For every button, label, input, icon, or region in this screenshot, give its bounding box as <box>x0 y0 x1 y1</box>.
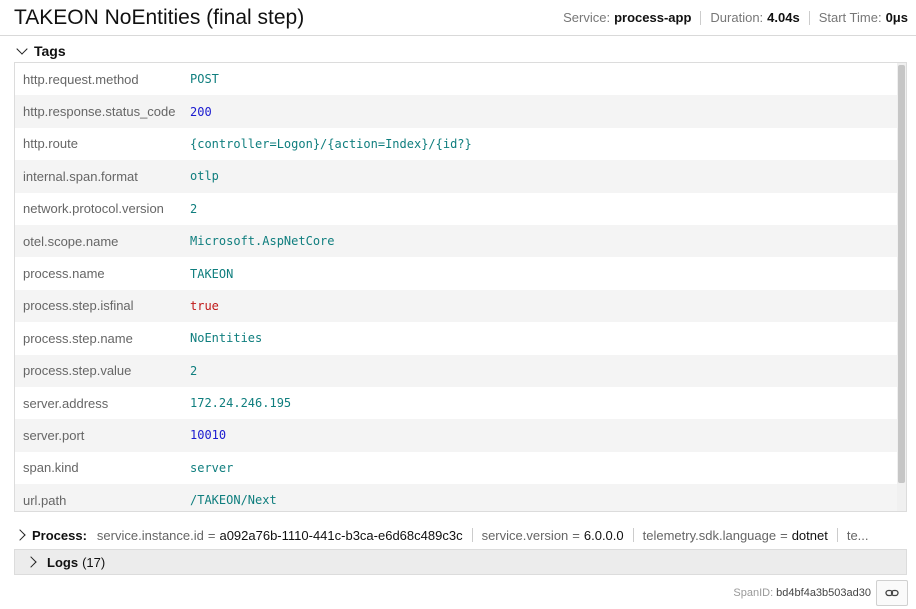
process-item: telemetry.sdk.language = dotnet <box>642 527 828 543</box>
process-divider <box>836 528 838 542</box>
tags-label: Tags <box>34 43 66 59</box>
tag-value: true <box>190 298 219 313</box>
logs-toggle[interactable]: Logs (17) <box>14 549 907 575</box>
logs-count: (17) <box>82 554 106 570</box>
tag-row[interactable]: http.route {controller=Logon}/{action=Ind… <box>15 128 899 160</box>
tag-value: 172.24.246.195 <box>190 396 292 411</box>
tag-row[interactable]: otel.scope.name Microsoft.AspNetCore <box>15 224 899 258</box>
tag-row[interactable]: internal.span.format otlp <box>15 160 899 193</box>
process-value: a092a76b-1110-441c-b3ca-e6d68c489c3c <box>219 527 463 543</box>
tag-row[interactable]: http.response.status_code 200 <box>15 95 899 128</box>
tag-row[interactable]: process.step.name NoEntities <box>15 322 899 354</box>
duration-label: Duration: <box>710 10 764 25</box>
tag-key: span.kind <box>23 460 79 476</box>
tag-key: server.address <box>23 395 109 411</box>
tag-value: /TAKEON/Next <box>190 493 277 508</box>
start-time-value: 0μs <box>885 10 908 25</box>
tags-table-container[interactable]: http.request.method POST http.response.sta… <box>14 62 907 512</box>
tag-key: http.request.method <box>23 71 139 87</box>
span-footer: SpanID: bd4bf4a3b503ad30 <box>733 580 908 606</box>
tag-row[interactable]: url.path/TAKEON/Next <box>15 484 899 511</box>
tag-key: url.path <box>23 492 67 508</box>
span-id-value: bd4bf4a3b503ad30 <box>776 587 871 599</box>
process-item: service.instance.id = a092a76b-1110-441c-b… <box>96 527 463 543</box>
process-section[interactable]: Process: service.instance.id = a092a76b-11… <box>14 520 907 550</box>
tag-value: TAKEON <box>190 266 234 281</box>
meta-divider <box>808 10 810 25</box>
span-header: TAKEON NoEntities (final step) Service: … <box>0 0 916 36</box>
duration-meta: Duration: 4.04s <box>710 10 799 25</box>
tag-key: otel.scope.name <box>23 233 119 249</box>
tags-scrollbar[interactable] <box>897 63 906 511</box>
tag-key: process.step.isfinal <box>23 298 134 314</box>
tag-value: server <box>190 460 234 475</box>
copy-link-button[interactable] <box>876 580 908 606</box>
service-value: process-app <box>614 10 692 25</box>
tag-key: network.protocol.version <box>23 201 164 217</box>
process-divider <box>471 528 473 542</box>
process-item: service.version = 6.0.0.0 <box>481 527 624 543</box>
tag-row[interactable]: process.step.isfinal true <box>15 289 899 323</box>
tag-value: 200 <box>190 104 212 119</box>
tag-row[interactable]: process.name TAKEON <box>15 257 899 289</box>
tag-value: 10010 <box>190 428 227 443</box>
tag-value: NoEntities <box>190 331 263 346</box>
tag-value: 2 <box>190 363 198 378</box>
duration-value: 4.04s <box>767 10 800 25</box>
process-key: service.version <box>481 527 569 543</box>
process-label: Process: <box>32 527 87 543</box>
tag-key: http.route <box>23 136 78 152</box>
process-item: te... <box>847 528 869 543</box>
link-icon <box>885 589 899 597</box>
tag-key: server.port <box>23 427 85 443</box>
start-time-meta: Start Time: 0μs <box>819 10 908 25</box>
logs-label: Logs <box>47 554 79 570</box>
tag-row[interactable]: process.step.value 2 <box>15 354 899 387</box>
chevron-down-icon <box>16 43 28 55</box>
tag-value: {controller=Logon}/{action=Index}/{id?} <box>190 136 472 151</box>
chevron-right-icon <box>14 529 26 541</box>
tag-value: POST <box>190 72 219 87</box>
tag-value: Microsoft.AspNetCore <box>190 234 335 249</box>
process-key: telemetry.sdk.language <box>642 527 777 543</box>
process-value: dotnet <box>791 527 828 543</box>
process-value: 6.0.0.0 <box>583 527 624 543</box>
tag-key: process.step.name <box>23 330 133 346</box>
tags-table: http.request.method POST http.response.sta… <box>15 63 899 511</box>
span-meta: Service: process-app Duration: 4.04s Sta… <box>563 10 908 25</box>
service-meta: Service: process-app <box>563 10 691 25</box>
tag-value: 2 <box>190 201 198 216</box>
service-label: Service: <box>563 10 611 25</box>
tag-key: process.name <box>23 266 105 282</box>
tag-value: otlp <box>190 169 219 184</box>
process-key: service.instance.id <box>96 527 204 543</box>
tag-row[interactable]: server.port 10010 <box>15 419 899 452</box>
tag-row[interactable]: http.request.method POST <box>15 63 899 95</box>
tag-key: http.response.status_code <box>23 104 176 120</box>
start-time-label: Start Time: <box>818 10 882 25</box>
tag-row[interactable]: span.kind server <box>15 452 899 484</box>
tags-toggle[interactable]: Tags <box>14 40 66 62</box>
tag-row[interactable]: network.protocol.version 2 <box>15 193 899 225</box>
process-divider <box>632 528 634 542</box>
tag-row[interactable]: server.address 172.24.246.195 <box>15 387 899 419</box>
process-key: te... <box>846 527 869 543</box>
tag-key: internal.span.format <box>23 168 138 184</box>
meta-divider <box>700 10 702 25</box>
span-title: TAKEON NoEntities (final step) <box>14 6 305 29</box>
scrollbar-thumb[interactable] <box>898 65 905 483</box>
tag-key: process.step.value <box>23 363 132 379</box>
chevron-right-icon <box>25 556 37 568</box>
span-id-label: SpanID: <box>733 587 774 599</box>
